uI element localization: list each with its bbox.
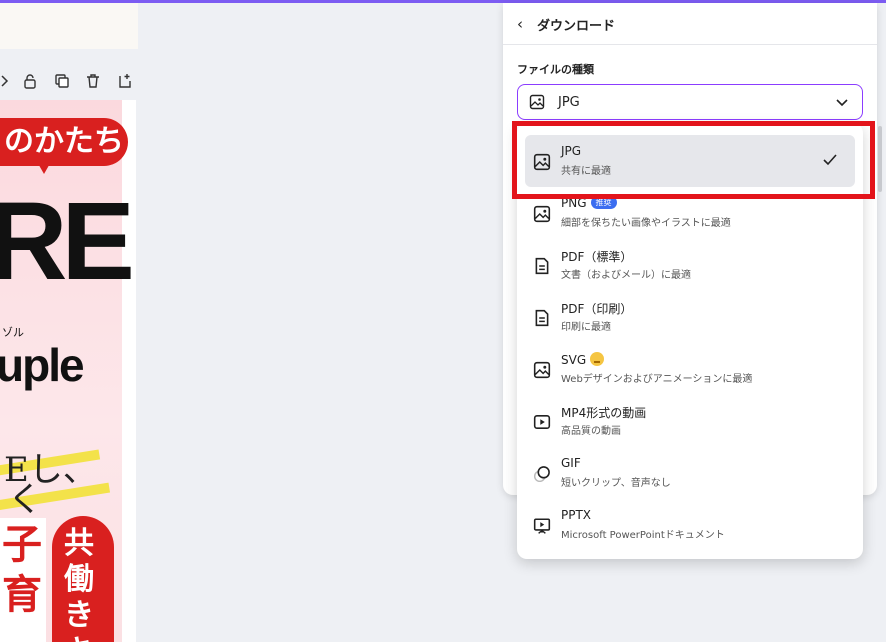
- poster-canvas[interactable]: のかたち RE ゾル uple Eし、 く 子育 共働きキ: [0, 100, 136, 642]
- option-label: MP4形式の動画: [561, 406, 647, 420]
- option-mp4[interactable]: MP4形式の動画 高品質の動画: [517, 395, 863, 447]
- panel-title: ダウンロード: [537, 19, 616, 34]
- option-pdf-print[interactable]: PDF（印刷） 印刷に最適: [517, 291, 863, 343]
- option-label: GIF: [561, 456, 581, 470]
- file-type-select[interactable]: JPG: [517, 84, 863, 120]
- add-page-icon[interactable]: [114, 70, 136, 92]
- chevron-down-icon: [834, 94, 850, 114]
- poster-red-text: 子育: [2, 522, 42, 618]
- video-icon: [533, 413, 551, 431]
- option-description: 短いクリップ、音声なし: [561, 478, 671, 489]
- option-description: 高品質の動画: [561, 426, 621, 437]
- duplicate-icon[interactable]: [51, 70, 73, 92]
- option-description: 文書（およびメール）に最適: [561, 270, 691, 281]
- option-label: SVG: [561, 353, 587, 367]
- gif-icon: [533, 465, 551, 483]
- option-label: PDF（印刷）: [561, 302, 633, 316]
- poster-headline: RE: [0, 180, 135, 303]
- option-gif[interactable]: GIF 短いクリップ、音声なし: [517, 447, 863, 499]
- bubble-tail: [36, 160, 52, 174]
- back-chevron-icon[interactable]: ‹: [517, 15, 523, 33]
- option-svg[interactable]: SVG Webデザインおよびアニメーションに最適: [517, 343, 863, 395]
- page-toolbar: [0, 70, 140, 96]
- selection-highlight-box: [512, 121, 875, 199]
- option-description: Microsoft PowerPointドキュメント: [561, 530, 725, 541]
- option-label: PDF（標準）: [561, 250, 633, 264]
- presentation-icon: [533, 517, 551, 535]
- option-description: 細部を保ちたい画像やイラストに最適: [561, 218, 731, 229]
- option-pptx[interactable]: PPTX Microsoft PowerPointドキュメント: [517, 499, 863, 551]
- option-description: 印刷に最適: [561, 322, 611, 333]
- document-icon: [533, 309, 551, 327]
- option-description: Webデザインおよびアニメーションに最適: [561, 374, 753, 385]
- poster-serif-line: く: [8, 480, 42, 520]
- document-icon: [533, 257, 551, 275]
- file-type-label: ファイルの種類: [517, 63, 594, 76]
- poster-pill-text: 共働きキ: [64, 526, 94, 642]
- poster-couple-text: uple: [0, 339, 85, 391]
- crown-icon: [590, 352, 605, 366]
- image-icon: [529, 94, 545, 114]
- arrow-icon[interactable]: [0, 70, 16, 92]
- poster-bubble-text: のかたち: [0, 118, 128, 166]
- trash-icon[interactable]: [82, 70, 104, 92]
- image-icon: [533, 361, 551, 379]
- panel-header: ‹ ダウンロード: [503, 3, 877, 45]
- lock-icon[interactable]: [19, 70, 41, 92]
- option-label: PPTX: [561, 508, 592, 522]
- image-icon: [533, 205, 551, 223]
- selected-file-type: JPG: [558, 95, 580, 110]
- option-pdf-standard[interactable]: PDF（標準） 文書（およびメール）に最適: [517, 239, 863, 291]
- canvas-page-top: [0, 3, 138, 49]
- panel-scrollbar[interactable]: [878, 126, 882, 192]
- option-label-row: SVG: [561, 352, 605, 367]
